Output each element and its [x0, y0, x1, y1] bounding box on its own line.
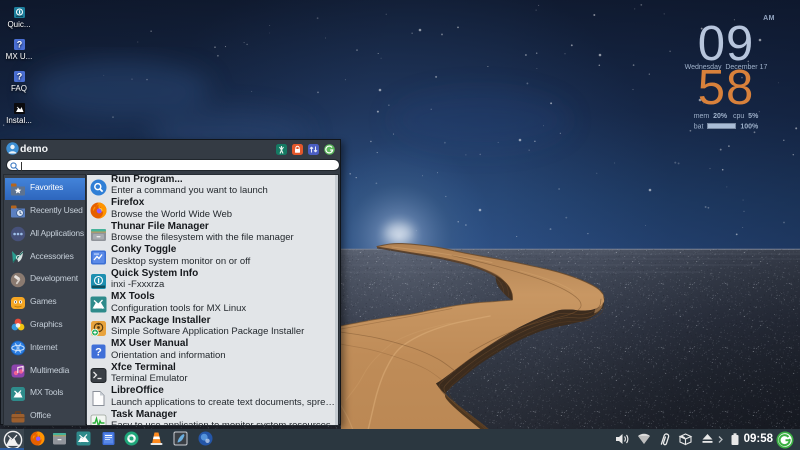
svg-text:?: ? — [16, 40, 22, 50]
svg-text:?: ? — [95, 347, 102, 359]
svg-text:?: ? — [16, 72, 22, 82]
